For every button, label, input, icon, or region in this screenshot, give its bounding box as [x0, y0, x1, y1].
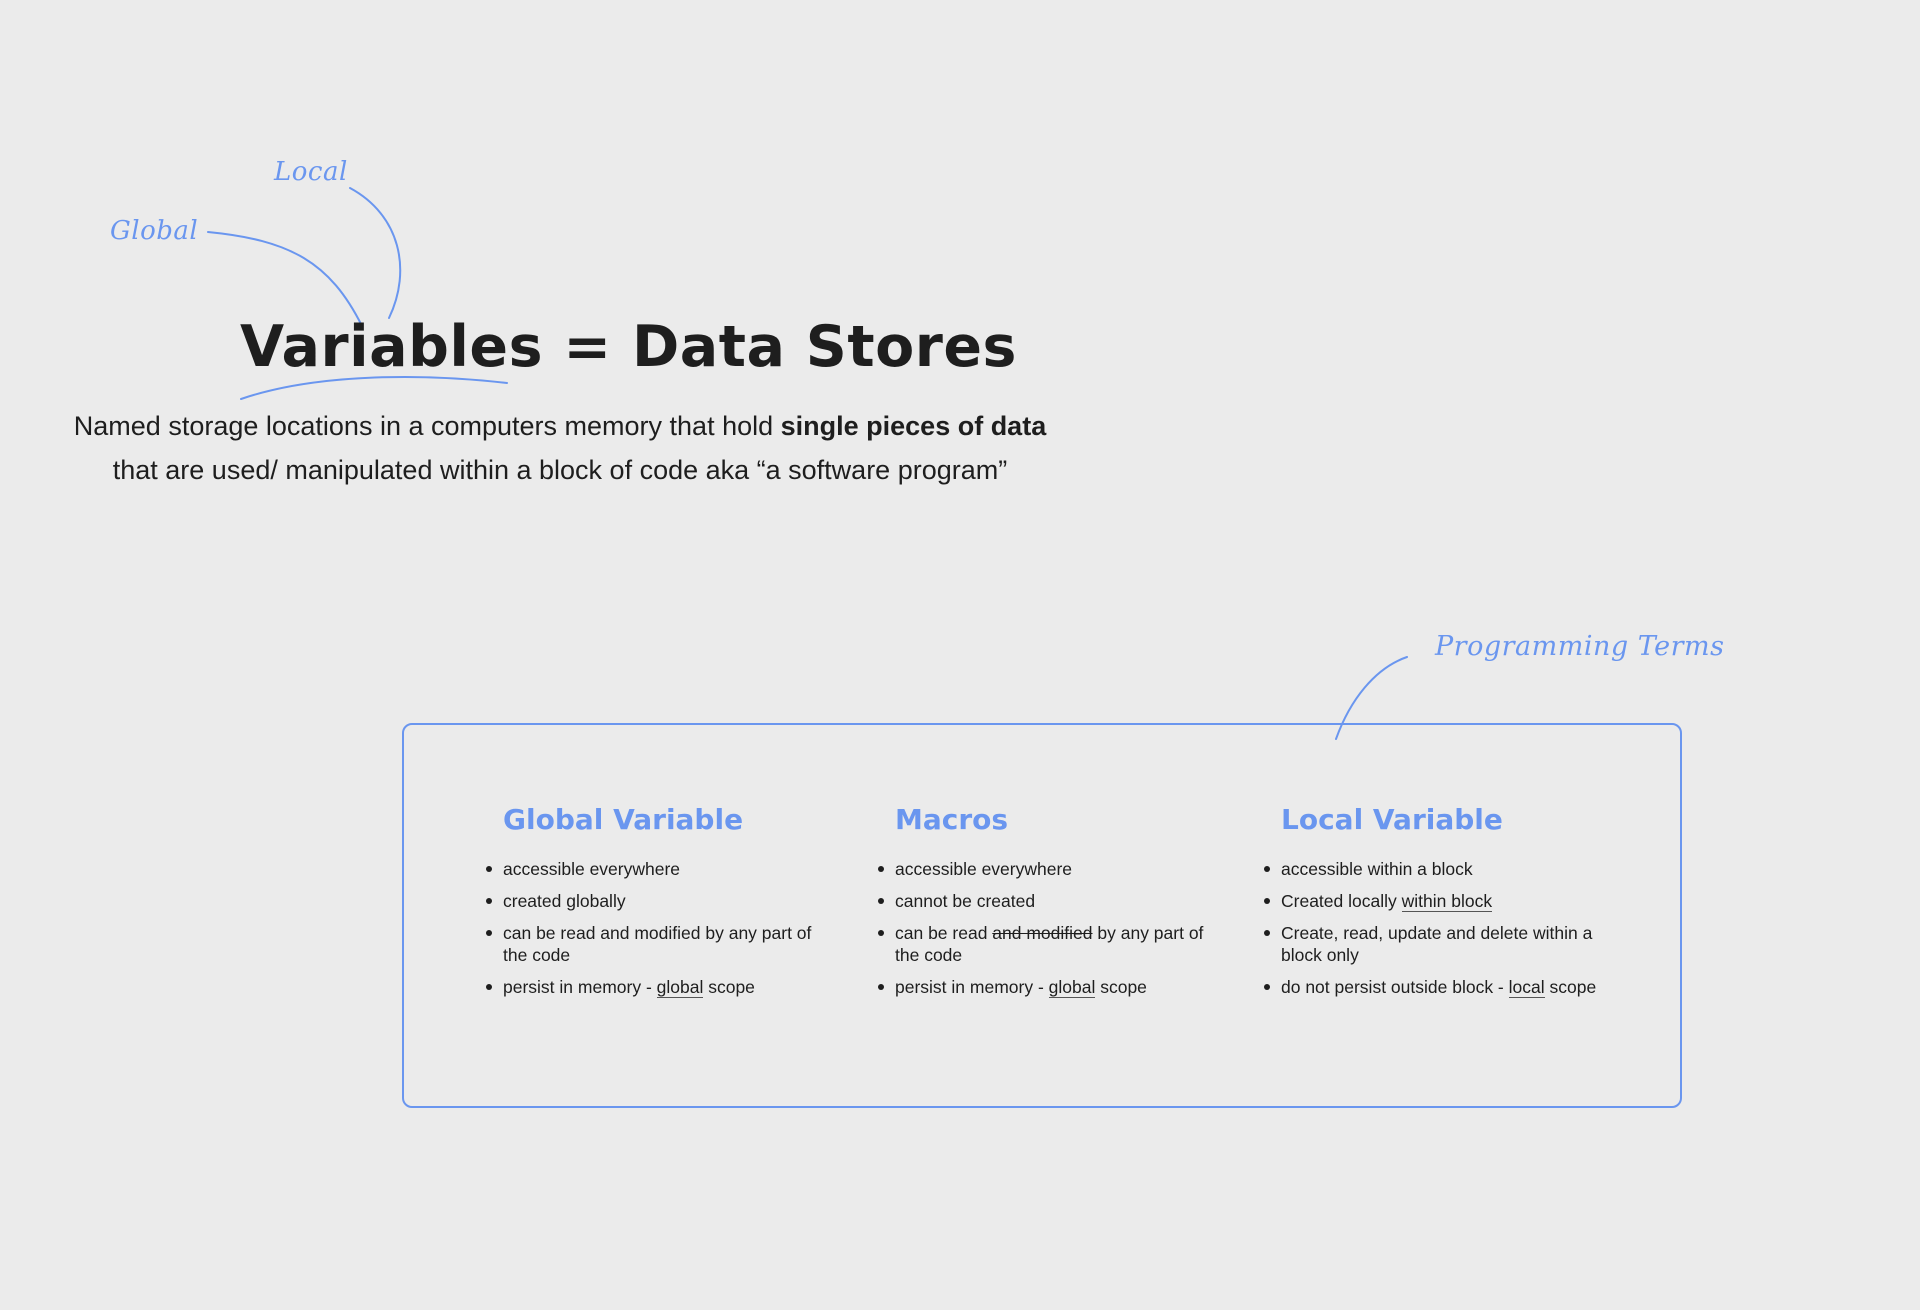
underlined-term: within block [1401, 891, 1493, 912]
list-item: can be read and modified by any part of … [878, 922, 1218, 966]
page-title: Variables = Data Stores [240, 314, 1017, 380]
definition-line-2: that are used/ manipulated within a bloc… [112, 455, 1008, 485]
list-item: do not persist outside block - local sco… [1264, 976, 1624, 998]
macros-list: accessible everywhere cannot be created … [878, 858, 1218, 1008]
definition-text: Named storage locations in a computers m… [0, 404, 1120, 492]
local-connector-curve [349, 187, 402, 319]
macros-title: Macros [895, 803, 1009, 836]
programming-terms-box: Global Variable accessible everywhere cr… [402, 723, 1682, 1108]
title-underline-curve [240, 375, 508, 400]
global-annotation: Global [110, 216, 199, 246]
list-item: accessible within a block [1264, 858, 1624, 880]
list-item: accessible everywhere [878, 858, 1218, 880]
list-item: persist in memory - global scope [486, 976, 826, 998]
definition-line-1: Named storage locations in a computers m… [0, 404, 1120, 448]
list-item: created globally [486, 890, 826, 912]
list-item: accessible everywhere [486, 858, 826, 880]
list-item: can be read and modified by any part of … [486, 922, 826, 966]
local-variable-list: accessible within a block Created locall… [1264, 858, 1624, 1008]
list-item: Created locally within block [1264, 890, 1624, 912]
definition-line-1-plain: Named storage locations in a computers m… [73, 411, 781, 441]
local-annotation: Local [274, 157, 348, 187]
global-variable-list: accessible everywhere created globally c… [486, 858, 826, 1008]
global-variable-title: Global Variable [503, 803, 744, 836]
underlined-term: global [1048, 977, 1096, 998]
list-item: persist in memory - global scope [878, 976, 1218, 998]
struck-term: and modified [992, 923, 1093, 943]
list-item: Create, read, update and delete within a… [1264, 922, 1624, 966]
underlined-term: global [656, 977, 704, 998]
list-item: cannot be created [878, 890, 1218, 912]
programming-terms-annotation: Programming Terms [1435, 631, 1725, 662]
underlined-term: local [1508, 977, 1545, 998]
global-connector-curve [207, 231, 363, 327]
local-variable-title: Local Variable [1281, 803, 1503, 836]
definition-line-1-bold: single pieces of data [780, 411, 1047, 441]
